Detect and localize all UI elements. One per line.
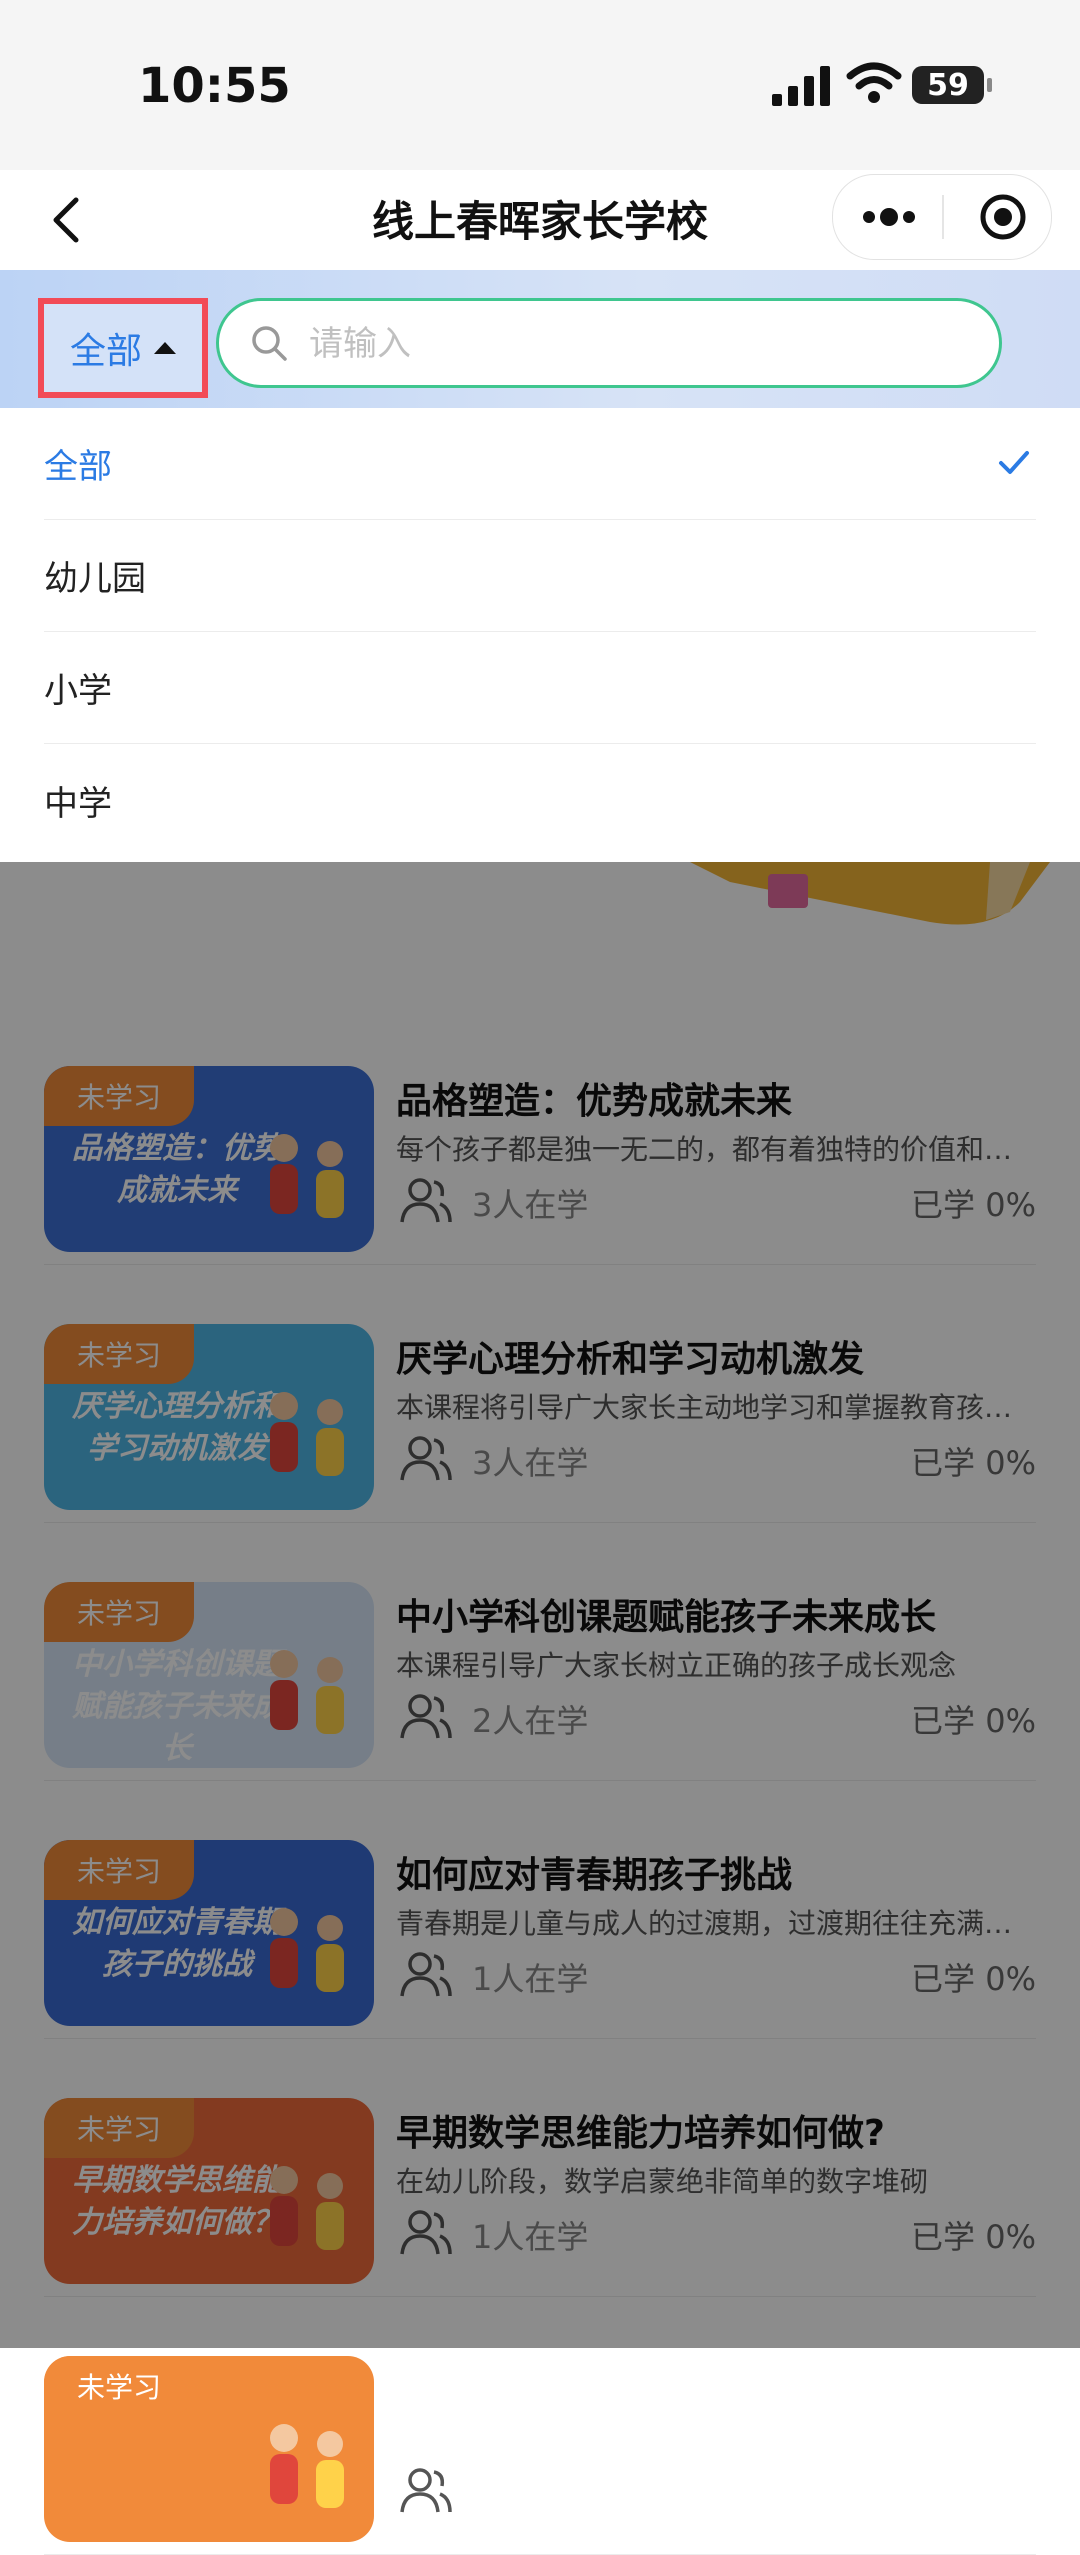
nav-bar: 线上春晖家长学校 xyxy=(0,170,1080,270)
filter-bar: 全部 xyxy=(0,270,1080,408)
dropdown-item-all[interactable]: 全部 xyxy=(44,408,1036,520)
signal-icon xyxy=(772,66,830,106)
category-dropdown-button[interactable]: 全部 xyxy=(38,298,208,398)
dropdown-item-label: 小学 xyxy=(44,671,112,711)
course-thumbnail: 未学习 xyxy=(44,2356,374,2542)
dropdown-item-kindergarten[interactable]: 幼儿园 xyxy=(44,520,1036,632)
dropdown-item-label: 全部 xyxy=(44,447,112,487)
dropdown-item-primary[interactable]: 小学 xyxy=(44,632,1036,744)
wifi-icon xyxy=(846,62,902,103)
search-input[interactable] xyxy=(307,315,951,373)
caret-up-icon xyxy=(154,342,176,354)
dropdown-item-middle[interactable]: 中学 xyxy=(44,744,1036,856)
status-bar: 10:55 59 xyxy=(0,0,1080,170)
mini-program-capsule xyxy=(832,174,1052,260)
category-selected-label: 全部 xyxy=(69,331,142,372)
dropdown-item-label: 中学 xyxy=(44,783,112,824)
battery-icon: 59 xyxy=(912,66,992,104)
people-illustration xyxy=(270,2424,344,2508)
dim-overlay[interactable] xyxy=(0,862,1080,2348)
capsule-divider xyxy=(942,195,944,239)
status-badge: 未学习 xyxy=(44,2356,194,2416)
check-icon xyxy=(999,451,1029,474)
close-target-icon[interactable] xyxy=(979,193,1027,241)
category-dropdown-menu: 全部 幼儿园 小学 中学 xyxy=(0,408,1080,862)
search-icon xyxy=(252,326,287,361)
status-time: 10:55 xyxy=(138,58,291,114)
users-icon xyxy=(400,2468,452,2513)
dropdown-item-label: 幼儿园 xyxy=(44,559,146,599)
more-icon[interactable] xyxy=(861,205,917,229)
search-box[interactable] xyxy=(216,298,1002,388)
course-card[interactable]: 未学习 xyxy=(44,2322,1036,2555)
